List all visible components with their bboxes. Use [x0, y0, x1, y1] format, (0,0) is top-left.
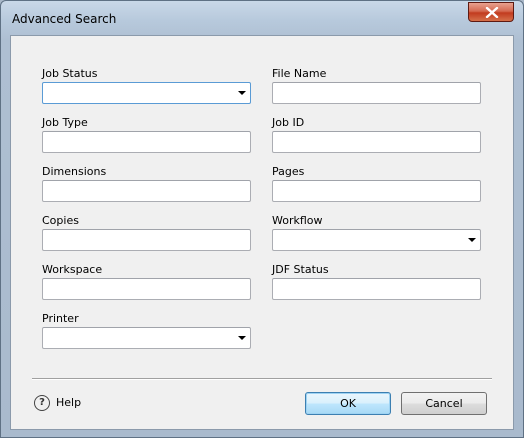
jdf-status-label: JDF Status — [272, 263, 329, 276]
footer-divider — [32, 378, 492, 380]
job-id-label: Job ID — [272, 116, 305, 129]
help-label: Help — [56, 396, 82, 409]
job-type-label: Job Type — [42, 116, 88, 129]
dimensions-label: Dimensions — [42, 165, 107, 178]
copies-input[interactable] — [42, 229, 251, 251]
jdf-status-input[interactable] — [272, 278, 481, 300]
dialog-title: Advanced Search — [12, 12, 117, 26]
printer-label: Printer — [42, 312, 79, 325]
job-type-input[interactable] — [42, 131, 251, 153]
workflow-select[interactable] — [272, 229, 481, 251]
job-status-select[interactable] — [42, 82, 251, 104]
title-bar[interactable]: Advanced Search — [1, 1, 523, 35]
pages-input[interactable] — [272, 180, 481, 202]
file-name-label: File Name — [272, 67, 327, 80]
chevron-down-icon — [238, 91, 246, 95]
close-icon — [485, 7, 499, 18]
job-id-input[interactable] — [272, 131, 481, 153]
dialog-content: Job Status Job Type Dimensions Copies Wo… — [10, 35, 514, 430]
help-circle-icon: ? — [34, 395, 50, 411]
job-status-label: Job Status — [42, 67, 98, 80]
workspace-input[interactable] — [42, 278, 251, 300]
advanced-search-dialog: Advanced Search Job Status Job Type Dime… — [0, 0, 524, 438]
copies-label: Copies — [42, 214, 79, 227]
chevron-down-icon — [468, 238, 476, 242]
close-button[interactable] — [468, 2, 514, 22]
cancel-button[interactable]: Cancel — [401, 392, 487, 415]
pages-label: Pages — [272, 165, 305, 178]
ok-button[interactable]: OK — [305, 392, 391, 415]
file-name-input[interactable] — [272, 82, 481, 104]
dimensions-input[interactable] — [42, 180, 251, 202]
printer-select[interactable] — [42, 327, 251, 349]
workflow-label: Workflow — [272, 214, 323, 227]
workspace-label: Workspace — [42, 263, 103, 276]
chevron-down-icon — [238, 336, 246, 340]
